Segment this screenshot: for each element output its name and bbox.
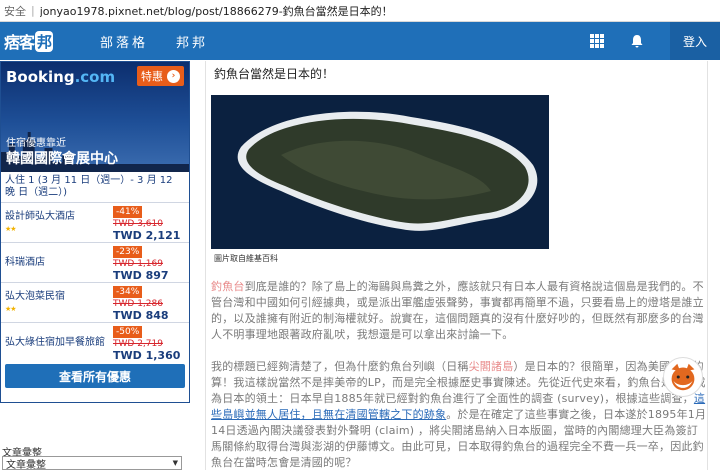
booking-logo: Booking.com [6, 68, 116, 86]
fox-mascot-icon[interactable] [663, 357, 703, 397]
old-price: TWD 3,610 [113, 219, 163, 229]
article-paragraph: 我的標題已經夠清楚了，但為什麼釣魚台列嶼（日稱尖閣諸島）是日本的？很簡單，因為美… [211, 360, 707, 469]
ad-dates: 人住 1 (3 月 11 日（週一）- 3 月 12 晚 日（週二）) [1, 172, 189, 202]
hotel-row[interactable]: 設計師弘大酒店 ★★ -41% TWD 3,610 TWD 2,121 [1, 202, 189, 242]
view-all-deals-button[interactable]: 查看所有優惠 [5, 364, 185, 388]
discount-badge: -23% [113, 246, 143, 258]
hotel-name: 弘大泡菜民宿 [5, 290, 65, 302]
login-button[interactable]: 登入 [670, 22, 720, 60]
hotel-row[interactable]: 科瑞酒店 -23% TWD 1,169 TWD 897 [1, 242, 189, 282]
address-bar[interactable]: 安全 | jonyao1978.pixnet.net/blog/post/188… [0, 0, 720, 22]
ad-area-label: 住宿優惠靠近 [6, 138, 66, 149]
photo-caption: 圖片取自維基百科 [214, 254, 278, 263]
new-price: TWD 848 [113, 309, 169, 322]
nav-item-blog[interactable]: 部落格 [100, 32, 148, 51]
new-price: TWD 1,360 [113, 349, 181, 362]
promo-badge[interactable]: 特惠 › [137, 66, 184, 86]
article: 釣魚台當然是日本的！ 圖片取自維基百科 釣魚台到底是誰的？除了島上的海鷗與鳥糞之… [205, 61, 708, 470]
site-logo[interactable]: 痞客邦 [4, 28, 56, 54]
logo-text: 痞客 [4, 33, 35, 52]
discount-badge: -34% [113, 286, 143, 298]
apps-grid-icon[interactable] [590, 34, 604, 48]
article-title: 釣魚台當然是日本的！ [214, 67, 335, 81]
booking-ad[interactable]: Booking.com 特惠 › 住宿優惠靠近 韓國國際會展中心 人住 1 (3 … [0, 61, 190, 403]
new-price: TWD 897 [113, 269, 169, 282]
hotel-name: 弘大綠住宿加早餐旅館 [5, 337, 105, 348]
bell-icon[interactable] [630, 34, 644, 48]
top-navigation: 痞客邦 部落格 邦邦 登入 [0, 22, 720, 60]
discount-badge: -50% [113, 326, 143, 338]
logo-box: 邦 [35, 30, 54, 52]
old-price: TWD 1,169 [113, 259, 163, 269]
hotel-name: 設計師弘大酒店 [5, 210, 75, 222]
hotel-row[interactable]: 弘大泡菜民宿 ★★ -34% TWD 1,286 TWD 848 [1, 282, 189, 322]
rating-stars: ★★ [5, 304, 17, 313]
nav-item-bangbang[interactable]: 邦邦 [176, 32, 208, 51]
island-photo [211, 95, 549, 249]
dropdown-arrow-icon: ▼ [172, 459, 178, 467]
category-select[interactable]: 文章彙整 ▼ [2, 456, 182, 471]
hotel-row[interactable]: 弘大綠住宿加早餐旅館 -50% TWD 2,719 TWD 1,360 [1, 322, 189, 362]
old-price: TWD 2,719 [113, 339, 163, 349]
discount-badge: -41% [113, 206, 143, 218]
secure-label: 安全 [4, 4, 26, 18]
url-separator: | [31, 4, 35, 17]
old-price: TWD 1,286 [113, 299, 163, 309]
hotel-name: 科瑞酒店 [5, 257, 45, 268]
arrow-right-icon: › [167, 69, 180, 83]
url-text[interactable]: jonyao1978.pixnet.net/blog/post/18866279… [40, 3, 393, 19]
new-price: TWD 2,121 [113, 229, 181, 242]
ad-venue: 韓國國際會展中心 [6, 151, 118, 167]
article-paragraph: 釣魚台到底是誰的？除了島上的海鷗與鳥糞之外，應該就只有日本人最有資格說這個島是我… [211, 280, 704, 341]
island-image [211, 95, 549, 249]
ad-header: Booking.com 特惠 › 住宿優惠靠近 韓國國際會展中心 [1, 62, 189, 172]
rating-stars: ★★ [5, 224, 17, 233]
